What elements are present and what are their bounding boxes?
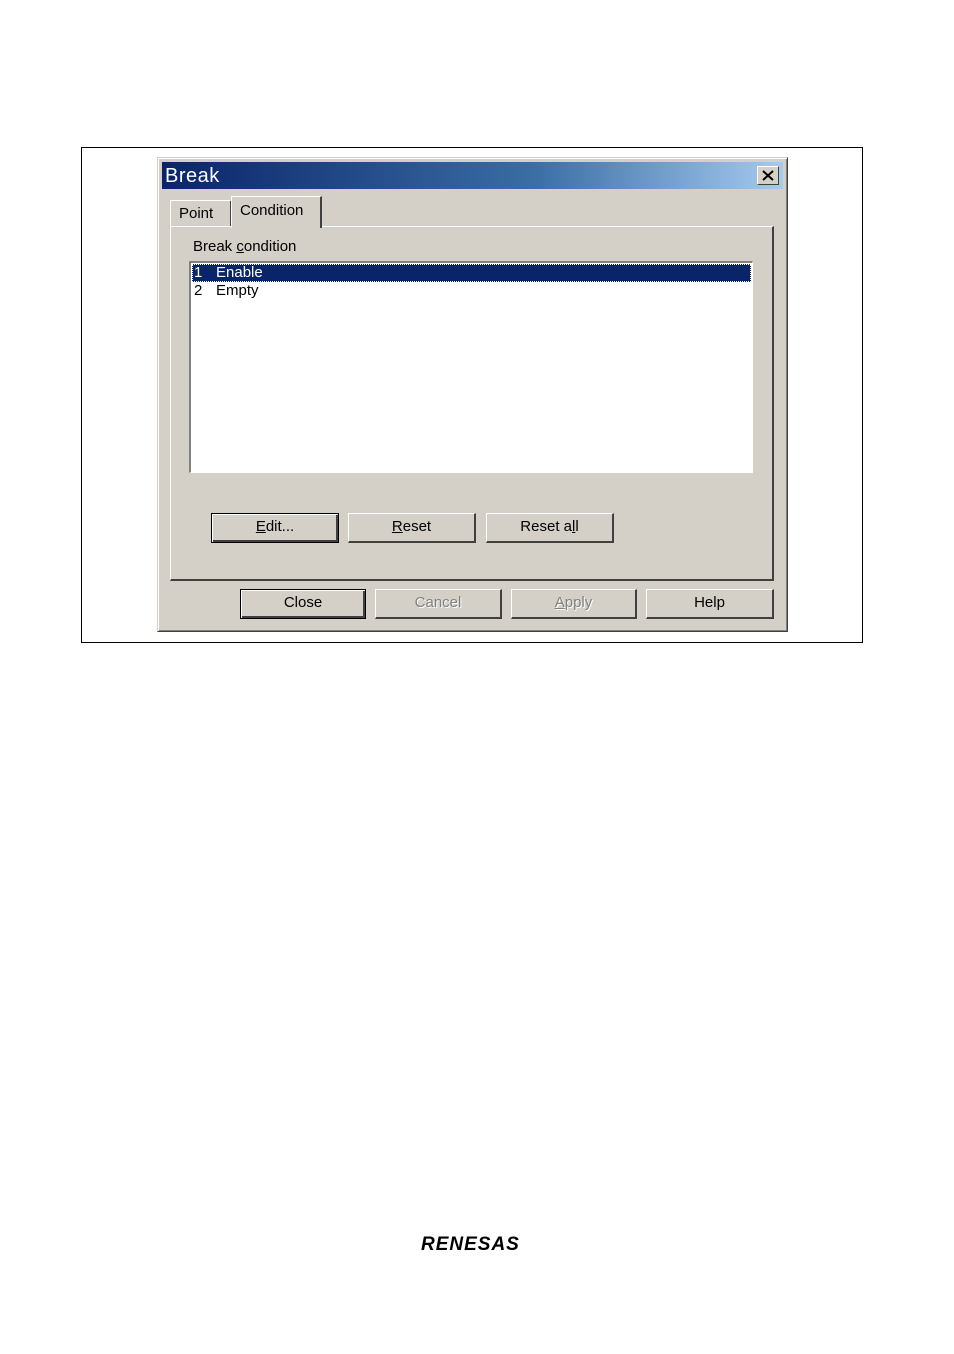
renesas-logo: RENESAS bbox=[421, 1234, 520, 1255]
reset-button[interactable]: Reset bbox=[348, 513, 476, 543]
break-condition-label: Break condition bbox=[193, 238, 297, 255]
tab-condition[interactable]: Condition bbox=[231, 196, 322, 228]
tab-point-label: Point bbox=[179, 205, 214, 222]
tab-point[interactable]: Point bbox=[170, 200, 232, 227]
list-item[interactable]: 1 Enable bbox=[192, 264, 751, 282]
list-item[interactable]: 2 Empty bbox=[192, 282, 751, 300]
window-title: Break bbox=[165, 165, 220, 187]
title-bar[interactable]: Break bbox=[162, 162, 783, 189]
reset-all-button[interactable]: Reset all bbox=[486, 513, 614, 543]
help-button[interactable]: Help bbox=[646, 589, 774, 619]
apply-button: Apply bbox=[511, 589, 637, 619]
tab-condition-label: Condition bbox=[240, 202, 304, 219]
edit-button[interactable]: Edit... bbox=[211, 513, 339, 543]
cancel-button: Cancel bbox=[375, 589, 502, 619]
break-condition-list[interactable]: 1 Enable 2 Empty bbox=[189, 261, 753, 473]
close-icon[interactable] bbox=[757, 166, 779, 185]
close-button[interactable]: Close bbox=[240, 589, 366, 619]
